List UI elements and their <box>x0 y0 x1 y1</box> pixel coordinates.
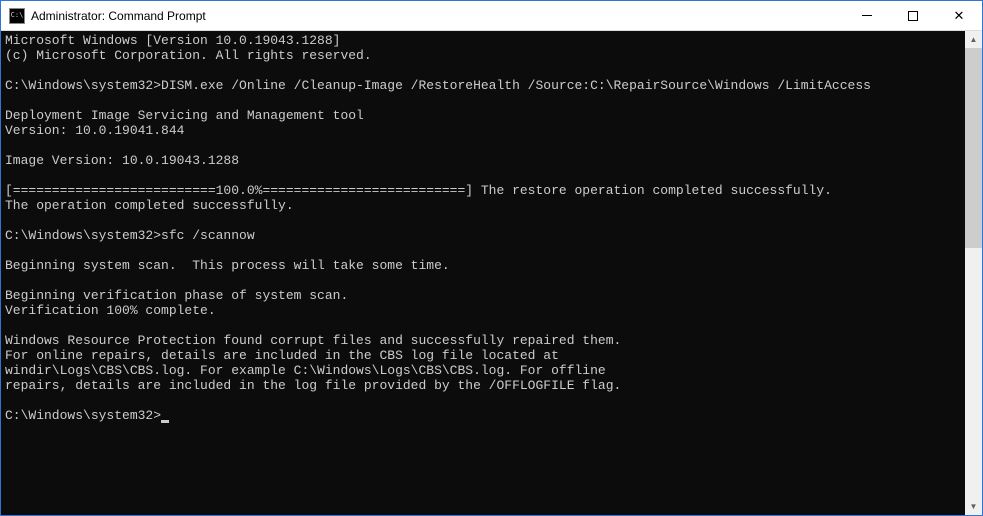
terminal-line: For online repairs, details are included… <box>5 348 961 363</box>
terminal-line: Deployment Image Servicing and Managemen… <box>5 108 961 123</box>
terminal-line <box>5 393 961 408</box>
maximize-button[interactable] <box>890 1 936 30</box>
terminal-line: Windows Resource Protection found corrup… <box>5 333 961 348</box>
prompt-text: C:\Windows\system32> <box>5 408 161 423</box>
minimize-button[interactable] <box>844 1 890 30</box>
window-controls: ✕ <box>844 1 982 30</box>
terminal-line: The operation completed successfully. <box>5 198 961 213</box>
terminal-line <box>5 273 961 288</box>
terminal-line: Microsoft Windows [Version 10.0.19043.12… <box>5 33 961 48</box>
terminal-line: Verification 100% complete. <box>5 303 961 318</box>
window-title: Administrator: Command Prompt <box>31 9 844 23</box>
scroll-track[interactable] <box>965 48 982 498</box>
scroll-up-arrow[interactable]: ▲ <box>965 31 982 48</box>
terminal-line: Version: 10.0.19041.844 <box>5 123 961 138</box>
terminal-line <box>5 213 961 228</box>
scroll-down-arrow[interactable]: ▼ <box>965 498 982 515</box>
minimize-icon <box>862 15 872 16</box>
terminal-line <box>5 318 961 333</box>
terminal-line <box>5 168 961 183</box>
maximize-icon <box>908 11 918 21</box>
terminal-line <box>5 63 961 78</box>
scroll-thumb[interactable] <box>965 48 982 248</box>
cursor <box>161 420 169 423</box>
command-prompt-window: C:\ Administrator: Command Prompt ✕ Micr… <box>0 0 983 516</box>
terminal-line: Beginning system scan. This process will… <box>5 258 961 273</box>
terminal-line <box>5 93 961 108</box>
terminal-line: windir\Logs\CBS\CBS.log. For example C:\… <box>5 363 961 378</box>
close-icon: ✕ <box>954 9 965 22</box>
app-icon: C:\ <box>9 8 25 24</box>
terminal-line: Beginning verification phase of system s… <box>5 288 961 303</box>
vertical-scrollbar[interactable]: ▲ ▼ <box>965 31 982 515</box>
terminal-line: Image Version: 10.0.19043.1288 <box>5 153 961 168</box>
terminal-line: (c) Microsoft Corporation. All rights re… <box>5 48 961 63</box>
terminal-line: C:\Windows\system32>DISM.exe /Online /Cl… <box>5 78 961 93</box>
terminal-line <box>5 138 961 153</box>
terminal-area: Microsoft Windows [Version 10.0.19043.12… <box>1 31 982 515</box>
terminal-prompt[interactable]: C:\Windows\system32> <box>5 408 961 423</box>
app-icon-text: C:\ <box>11 12 24 19</box>
terminal-line: C:\Windows\system32>sfc /scannow <box>5 228 961 243</box>
titlebar[interactable]: C:\ Administrator: Command Prompt ✕ <box>1 1 982 31</box>
terminal-line: [==========================100.0%=======… <box>5 183 961 198</box>
terminal-line: repairs, details are included in the log… <box>5 378 961 393</box>
close-button[interactable]: ✕ <box>936 1 982 30</box>
terminal-line <box>5 243 961 258</box>
terminal-output[interactable]: Microsoft Windows [Version 10.0.19043.12… <box>1 31 965 515</box>
